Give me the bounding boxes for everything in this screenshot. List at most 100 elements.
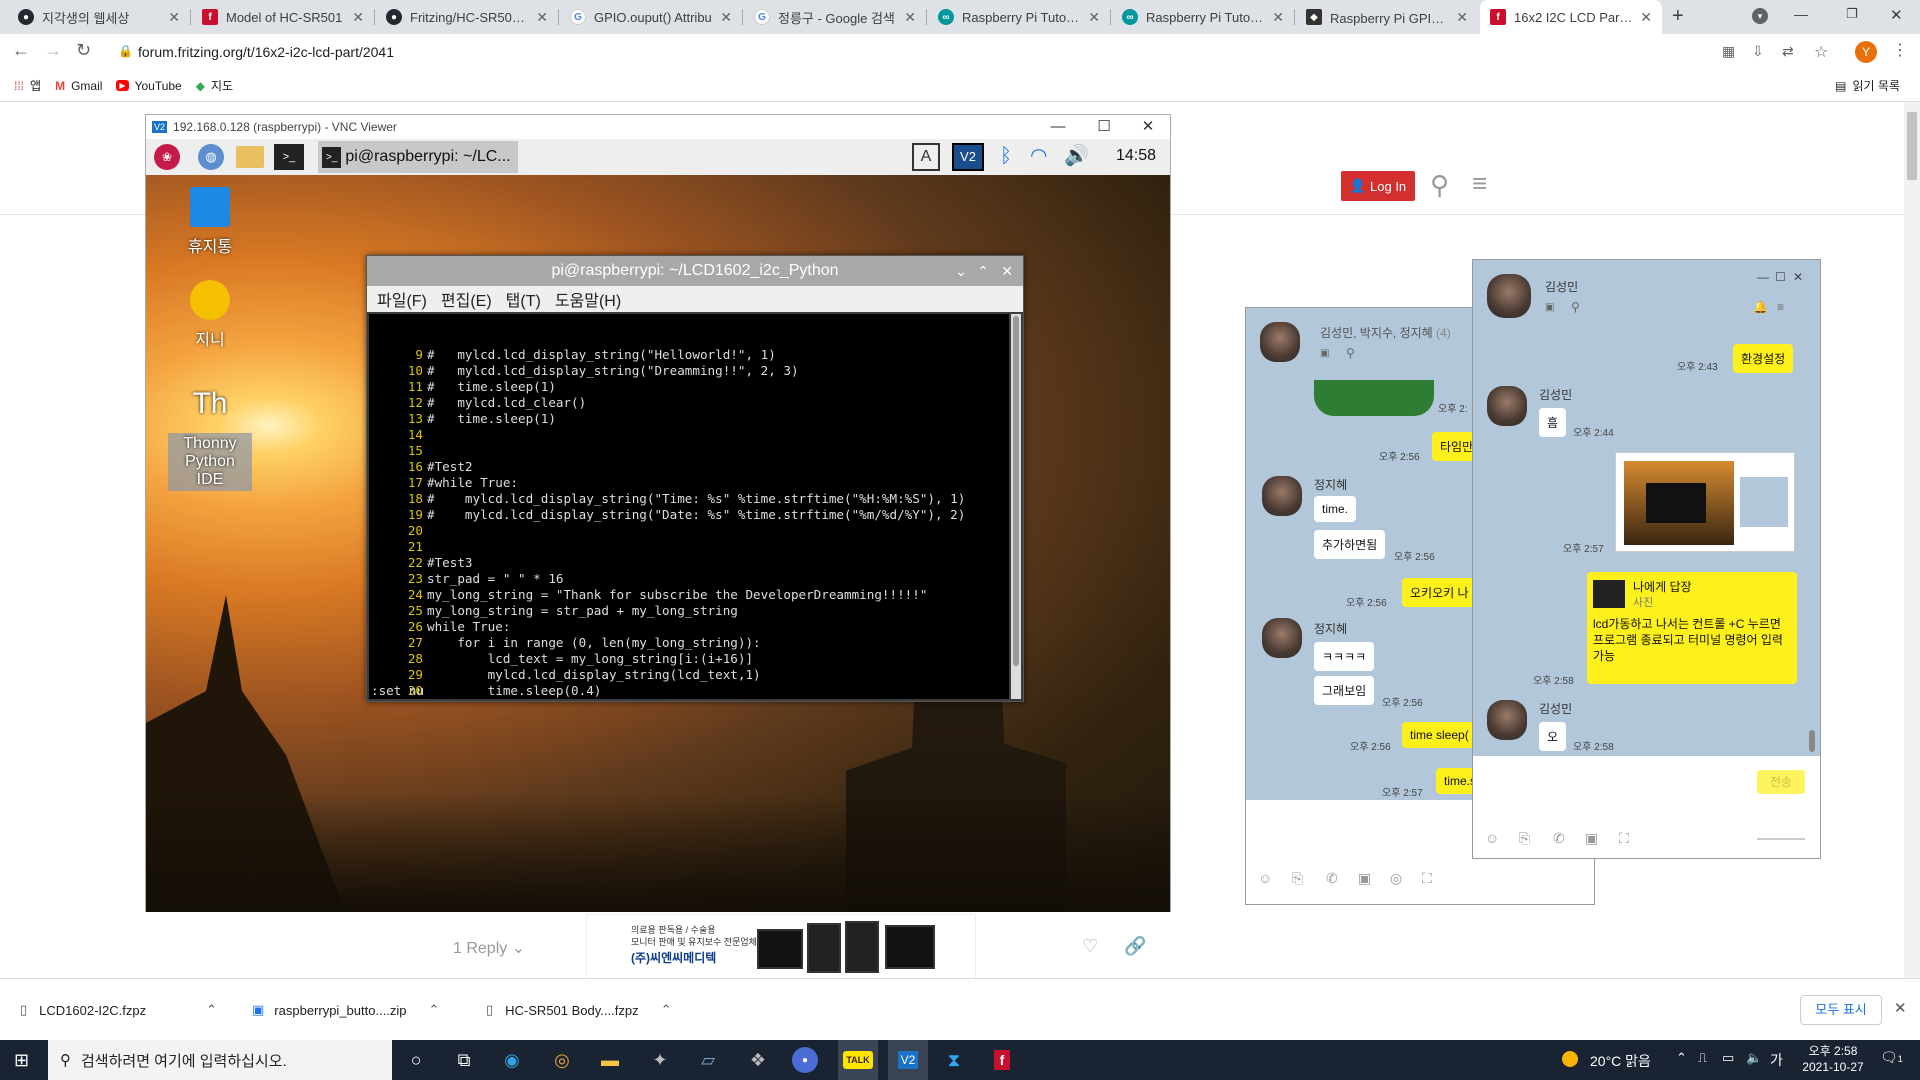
menu-file[interactable]: 파일(F) [377, 287, 427, 311]
hamburger-icon[interactable]: ≡ [1472, 168, 1487, 199]
link-icon[interactable]: 🔗 [1124, 936, 1146, 957]
search-icon[interactable]: ⚲ [1346, 346, 1355, 360]
tab-search-icon[interactable]: ▾ [1752, 8, 1768, 24]
windows-start-icon[interactable]: ⊞ [14, 1050, 29, 1071]
terminal-scrollbar[interactable] [1011, 314, 1021, 699]
heart-icon[interactable]: ♡ [1082, 936, 1098, 957]
minimize-button[interactable]: — [1794, 6, 1808, 22]
drawer-icon[interactable]: ▣ [1320, 348, 1329, 359]
raspberry-menu-icon[interactable]: ❀ [154, 144, 180, 170]
terminal-window[interactable]: pi@raspberrypi: ~/LCD1602_i2c_Python ⌄ ⌃… [366, 255, 1024, 702]
explorer-icon[interactable]: ▬ [594, 1044, 626, 1076]
chevron-up-icon[interactable]: ⌃ [429, 1002, 440, 1018]
close-icon[interactable]: ✕ [352, 9, 364, 26]
menu-help[interactable]: 도움말(H) [555, 287, 621, 311]
close-icon[interactable]: ✕ [168, 9, 180, 26]
terminal-output[interactable]: 9 # mylcd.lcd_display_string("Helloworld!… [369, 314, 1009, 699]
tab-1[interactable]: f Model of HC-SR501 ✕ [192, 0, 374, 34]
drawer-icon[interactable]: ▣ [1545, 302, 1554, 313]
notepad-icon[interactable]: ▱ [692, 1044, 724, 1076]
terminal-minimize-button[interactable]: ⌄ [955, 256, 967, 286]
ime-indicator[interactable]: 가 [1770, 1050, 1783, 1070]
thonny-desktop-icon[interactable]: Th Thonny Python IDE [168, 387, 252, 491]
edge-icon[interactable]: ◉ [496, 1044, 528, 1076]
direct-chat-window[interactable]: 김성민 ▣ ⚲ 🔔 ≡ — ☐ ✕ 오후 2:43 환경설정 김성민 흠 오후 … [1472, 259, 1821, 859]
bookmark-apps[interactable]: ⁞⁞⁞ 앱 [14, 77, 41, 94]
calendar-icon[interactable]: ▣ [1358, 870, 1371, 887]
download-item[interactable]: ▯ LCD1602-I2C.fzpz ⌃ [20, 979, 217, 1041]
login-button[interactable]: 👤 Log In [1341, 171, 1415, 201]
tab-7[interactable]: ◆ Raspberry Pi GPIO 회 ✕ [1296, 0, 1478, 34]
close-icon[interactable]: ✕ [536, 9, 548, 26]
wifi-icon[interactable]: ◠ [1030, 143, 1047, 168]
tab-4[interactable]: G 정릉구 - Google 검색 ✕ [744, 0, 926, 34]
emoji-icon[interactable]: ☺ [1258, 870, 1272, 886]
close-icon[interactable]: ✕ [904, 9, 916, 26]
call-icon[interactable]: ✆ [1553, 830, 1565, 847]
ad-banner[interactable]: 의료용 판독용 / 수술용 모니터 판매 및 유지보수 전문업체 (주)씨엔씨메… [586, 914, 976, 978]
close-icon[interactable]: ✕ [1088, 9, 1100, 26]
replies-toggle[interactable]: 1 Reply ⌄ [453, 938, 525, 958]
vnc-close-button[interactable]: ✕ [1126, 115, 1170, 139]
chevron-up-icon[interactable]: ⌃ [206, 1002, 217, 1018]
cortana-icon[interactable]: ○ [400, 1044, 432, 1076]
profile-avatar[interactable]: Y [1855, 41, 1877, 63]
attach-icon[interactable]: ⎘ [1292, 870, 1303, 887]
kakaotalk-icon[interactable]: TALK [838, 1040, 878, 1080]
translate-icon[interactable]: ⇄ [1782, 43, 1794, 60]
attach-icon[interactable]: ⎘ [1519, 830, 1530, 847]
weather-text[interactable]: 20°C 맑음 [1590, 1051, 1651, 1071]
menu-icon[interactable]: ≡ [1777, 300, 1784, 314]
chevron-up-icon[interactable]: ⌃ [661, 1002, 672, 1018]
tab-5[interactable]: ∞ Raspberry Pi Tutorial ✕ [928, 0, 1110, 34]
tab-8[interactable]: f 16x2 I2C LCD Part - F ✕ [1480, 0, 1662, 34]
opacity-slider[interactable] [1757, 838, 1805, 840]
tab-6[interactable]: ∞ Raspberry Pi Tutorial ✕ [1112, 0, 1294, 34]
vnc-maximize-button[interactable]: ☐ [1082, 115, 1126, 139]
chat-scrollbar[interactable] [1809, 730, 1815, 752]
close-icon[interactable]: ✕ [720, 9, 732, 26]
taskbar-clock[interactable]: 오후 2:58 2021-10-27 [1800, 1043, 1866, 1075]
search-icon[interactable]: ⚲ [1430, 170, 1449, 201]
tab-0[interactable]: ● 지각생의 웹세상 ✕ [8, 0, 190, 34]
app-icon[interactable]: ✦ [644, 1044, 676, 1076]
bookmark-youtube[interactable]: ▶ YouTube [116, 79, 182, 93]
capture-icon[interactable]: ⛶ [1422, 870, 1432, 887]
new-tab-button[interactable]: + [1672, 5, 1684, 28]
voice-icon[interactable]: ◎ [1390, 870, 1402, 887]
star-icon[interactable]: ☆ [1814, 42, 1828, 62]
page-scrollbar[interactable] [1904, 102, 1920, 978]
download-item[interactable]: ▣ raspberrypi_butto....zip ⌃ [252, 979, 439, 1041]
fritzing-icon[interactable]: f [986, 1044, 1018, 1076]
bookmark-maps[interactable]: ◆ 지도 [196, 77, 233, 94]
close-icon[interactable]: ✕ [1456, 9, 1468, 26]
taskview-icon[interactable]: ⧉ [448, 1044, 480, 1076]
send-button[interactable]: 전송 [1757, 770, 1805, 794]
vnc-minimize-button[interactable]: — [1036, 115, 1080, 139]
app-icon[interactable]: ❖ [742, 1044, 774, 1076]
network-tray-icon[interactable]: ⎍ [1698, 1050, 1707, 1066]
task-terminal[interactable]: >_ pi@raspberrypi: ~/LC... [318, 141, 518, 173]
call-icon[interactable]: ✆ [1326, 870, 1338, 887]
volume-icon[interactable]: 🔊 [1064, 143, 1089, 168]
back-icon[interactable]: ← [12, 40, 30, 61]
show-all-button[interactable]: 모두 표시 [1800, 995, 1882, 1025]
search-icon[interactable]: ⚲ [1571, 300, 1580, 314]
capture-icon[interactable]: ⛶ [1619, 830, 1629, 847]
trash-desktop-icon[interactable]: 휴지통 [168, 187, 252, 257]
close-icon[interactable]: ✕ [1272, 9, 1284, 26]
terminal-close-button[interactable]: ✕ [1001, 256, 1013, 286]
shared-screenshot[interactable] [1615, 452, 1795, 552]
calendar-icon[interactable]: ▣ [1585, 830, 1598, 847]
reload-icon[interactable]: ↻ [76, 40, 91, 61]
bluetooth-icon[interactable]: ᛒ [1000, 145, 1012, 168]
terminal-icon[interactable]: >_ [274, 144, 304, 170]
install-icon[interactable]: ⇩ [1752, 43, 1764, 60]
bookmark-gmail[interactable]: M Gmail [55, 79, 102, 93]
browser-icon[interactable]: ◍ [198, 144, 224, 170]
taskbar-search[interactable]: ⚲ 검색하려면 여기에 입력하십시오. [48, 1040, 392, 1080]
close-button[interactable]: ✕ [1793, 270, 1803, 284]
close-icon[interactable]: ✕ [1640, 9, 1652, 26]
menu-tab[interactable]: 탭(T) [506, 287, 541, 311]
chat-input-area[interactable]: 전송 ☺ ⎘ ✆ ▣ ⛶ [1473, 756, 1820, 858]
